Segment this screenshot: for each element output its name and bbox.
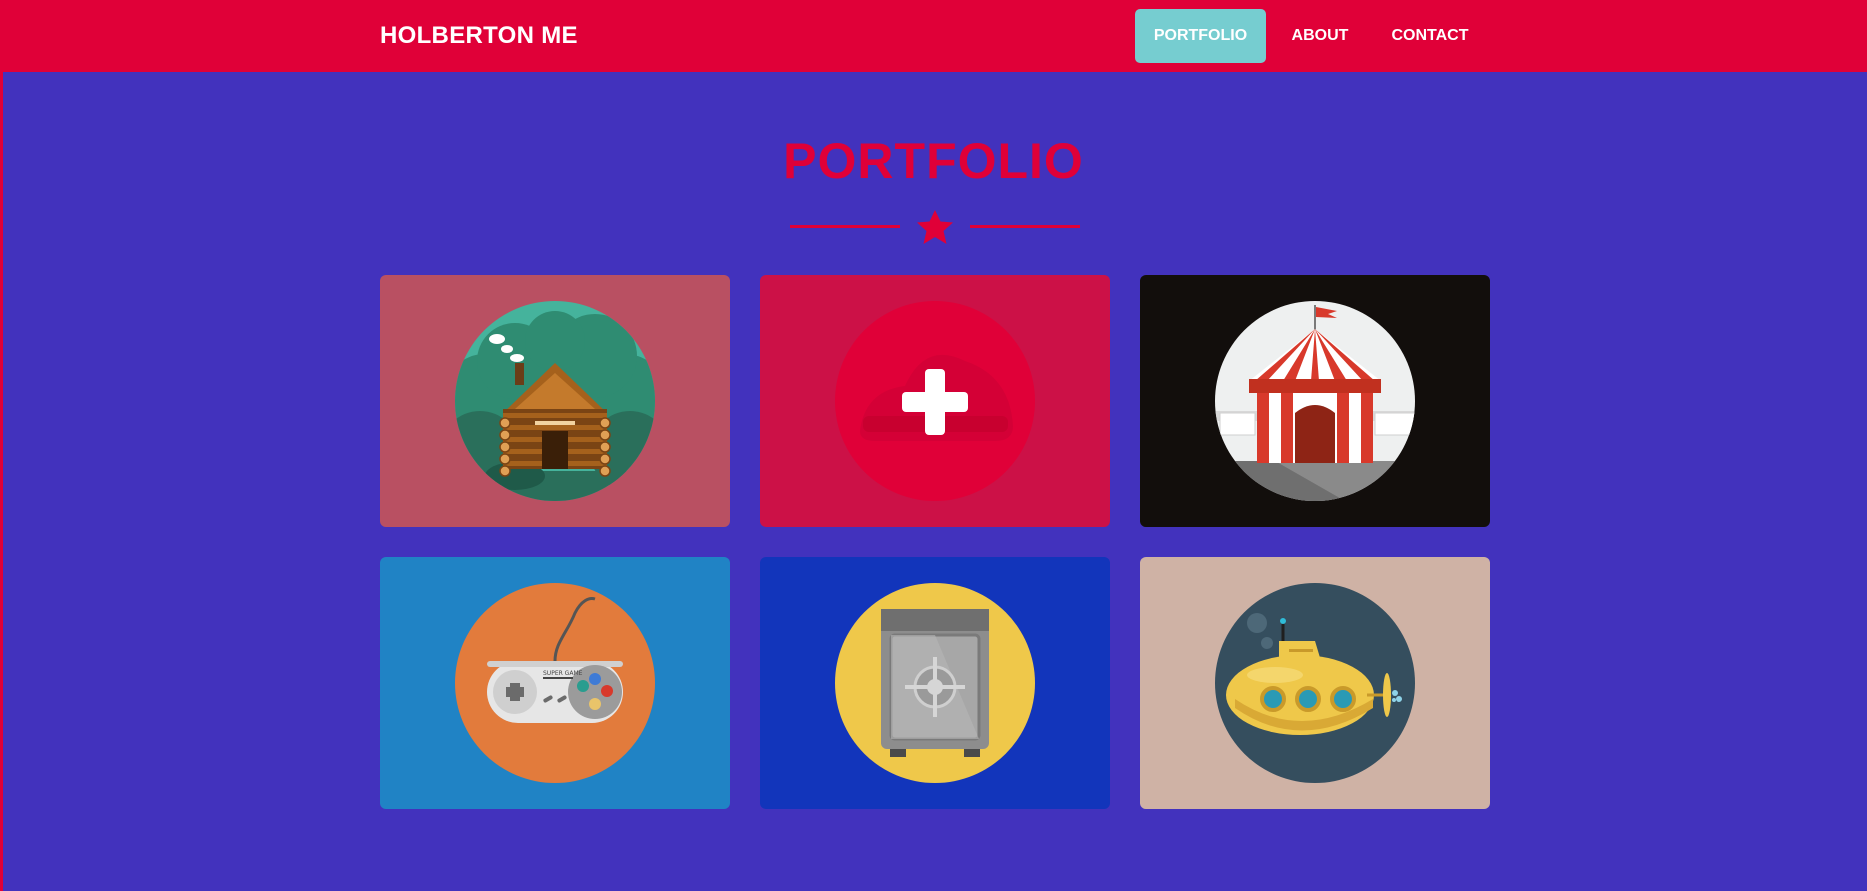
log-cabin-icon bbox=[455, 301, 655, 501]
submarine-icon bbox=[1215, 583, 1415, 783]
portfolio-item-hover[interactable] bbox=[760, 275, 1110, 527]
nav-item-about[interactable]: ABOUT bbox=[1280, 9, 1360, 63]
title-divider bbox=[790, 210, 1080, 244]
game-controller-icon: SUPER GAME bbox=[455, 583, 655, 783]
safe-icon bbox=[835, 583, 1035, 783]
controller-label: SUPER GAME bbox=[543, 670, 583, 677]
star-icon bbox=[917, 210, 953, 244]
nav-item-portfolio[interactable]: PORTFOLIO bbox=[1135, 9, 1266, 63]
portfolio-item-cabin[interactable] bbox=[380, 275, 730, 527]
nav-item-contact[interactable]: CONTACT bbox=[1380, 9, 1480, 63]
portfolio-item-submarine[interactable] bbox=[1140, 557, 1490, 809]
divider-line-left bbox=[790, 225, 900, 228]
plus-icon bbox=[835, 301, 1035, 501]
portfolio-item-circus[interactable] bbox=[1140, 275, 1490, 527]
divider-line-right bbox=[970, 225, 1080, 228]
brand-logo[interactable]: HOLBERTON ME bbox=[380, 22, 578, 50]
circus-tent-icon bbox=[1215, 301, 1415, 501]
navbar: HOLBERTON ME PORTFOLIO ABOUT CONTACT bbox=[0, 0, 1867, 72]
portfolio-item-safe[interactable] bbox=[760, 557, 1110, 809]
portfolio-title: PORTFOLIO bbox=[783, 133, 1084, 189]
portfolio-item-controller[interactable]: SUPER GAME bbox=[380, 557, 730, 809]
